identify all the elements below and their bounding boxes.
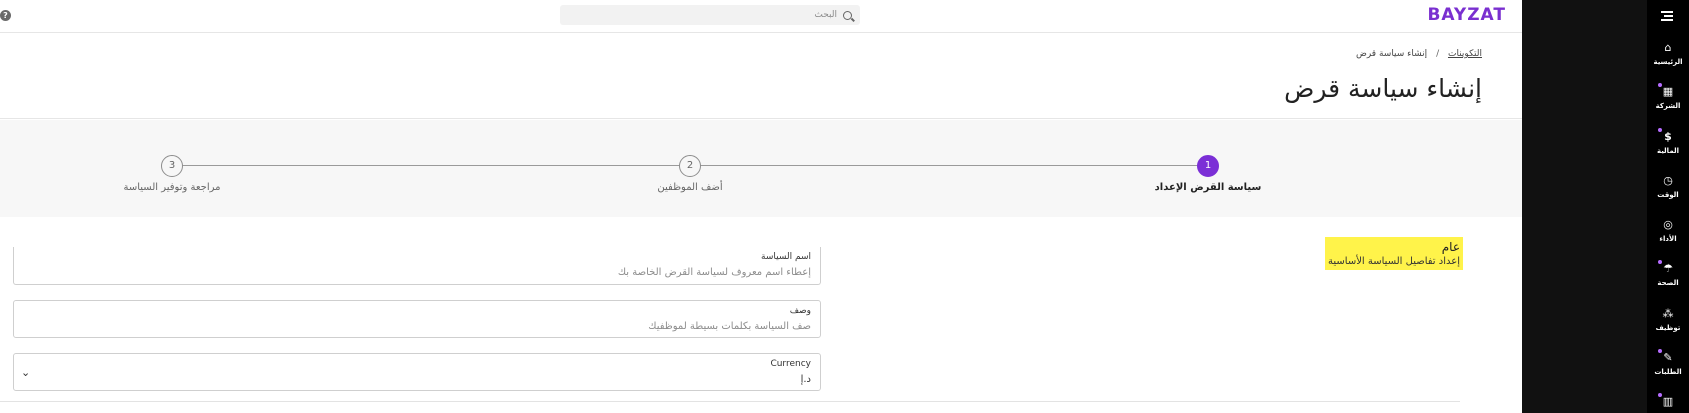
sidebar-item-home[interactable]: ⌂ الرئيسية: [1647, 41, 1689, 66]
search-icon: [843, 10, 852, 20]
step-setup[interactable]: 1 سياسة القرض الإعداد: [1108, 155, 1308, 193]
app-window: ? البحث BAYZAT التكوينات / إنشاء سياسة ق…: [0, 0, 1689, 413]
search-input[interactable]: البحث: [560, 5, 860, 25]
main-content: ? البحث BAYZAT التكوينات / إنشاء سياسة ق…: [0, 0, 1522, 413]
sidebar-item-label: توظيف: [1655, 324, 1681, 332]
step-label: أضف الموظفين: [657, 182, 723, 193]
clock-icon: ◷: [1663, 174, 1673, 187]
dollar-icon: $: [1658, 128, 1675, 144]
page-title: إنشاء سياسة قرض: [1284, 74, 1482, 103]
help-icon[interactable]: ?: [0, 10, 11, 21]
sidebar-item-reports[interactable]: ▥: [1647, 393, 1689, 409]
sidebar: ⌂ الرئيسية ▦ الشركة $ المالية ◷ الوقت ◎ …: [1647, 0, 1689, 413]
sidebar-item-requests[interactable]: ✎ الطلبات: [1647, 349, 1689, 376]
section-header-general: عام إعداد تفاصيل السياسة الأساسية: [1325, 237, 1463, 270]
currency-select[interactable]: Currency د.إ ⌄: [13, 353, 821, 391]
home-icon: ⌂: [1664, 41, 1672, 54]
step-add-employees[interactable]: 2 أضف الموظفين: [590, 155, 790, 193]
sidebar-item-company[interactable]: ▦ الشركة: [1647, 83, 1689, 110]
currency-label: Currency: [770, 359, 811, 369]
background-gap: [1522, 0, 1647, 413]
breadcrumb-current: إنشاء سياسة قرض: [1355, 49, 1428, 59]
form-area: عام إعداد تفاصيل السياسة الأساسية اسم ال…: [0, 217, 1474, 413]
currency-value: د.إ: [800, 374, 811, 385]
page-header: التكوينات / إنشاء سياسة قرض إنشاء سياسة …: [0, 34, 1522, 119]
sidebar-item-hiring[interactable]: ⁂ توظيف: [1647, 307, 1689, 332]
sidebar-item-time[interactable]: ◷ الوقت: [1647, 174, 1689, 199]
sidebar-item-label: الشركة: [1655, 102, 1681, 110]
menu-toggle-icon[interactable]: [1661, 11, 1673, 23]
section-subtitle: إعداد تفاصيل السياسة الأساسية: [1328, 256, 1460, 267]
sidebar-item-performance[interactable]: ◎ الأداء: [1647, 218, 1689, 243]
sidebar-item-label: المالية: [1656, 147, 1680, 155]
step-review[interactable]: 3 مراجعة وتوفير السياسة: [72, 155, 272, 193]
sidebar-item-label: الوقت: [1657, 191, 1679, 199]
step-number: 1: [1197, 155, 1219, 177]
description-placeholder: صف السياسة بكلمات بسيطة لموظفيك: [648, 321, 811, 332]
sidebar-item-label: الرئيسية: [1653, 58, 1683, 66]
sidebar-item-finance[interactable]: $ المالية: [1647, 128, 1689, 155]
search-placeholder: البحث: [814, 10, 837, 20]
description-label: وصف: [789, 306, 811, 316]
step-label: سياسة القرض الإعداد: [1154, 182, 1262, 193]
policy-name-label: اسم السياسة: [761, 252, 811, 262]
form-divider: [0, 401, 1460, 402]
step-number: 2: [679, 155, 701, 177]
section-title: عام: [1441, 240, 1460, 254]
policy-name-placeholder: إعطاء اسم معروف لسياسة القرض الخاصة بك: [617, 267, 811, 278]
breadcrumb: التكوينات / إنشاء سياسة قرض: [1356, 49, 1482, 59]
target-icon: ◎: [1663, 218, 1673, 231]
people-icon: ⁂: [1662, 307, 1674, 320]
umbrella-icon: ☂: [1658, 260, 1675, 276]
breadcrumb-separator: /: [1436, 49, 1440, 59]
step-label: مراجعة وتوفير السياسة: [123, 182, 221, 193]
policy-name-field[interactable]: اسم السياسة إعطاء اسم معروف لسياسة القرض…: [13, 247, 821, 285]
description-field[interactable]: وصف صف السياسة بكلمات بسيطة لموظفيك: [13, 300, 821, 338]
sidebar-item-label: الصحة: [1657, 279, 1679, 287]
sidebar-item-label: الأداء: [1659, 235, 1677, 243]
top-bar: ? البحث BAYZAT: [0, 0, 1522, 33]
building-icon: ▦: [1658, 83, 1675, 99]
stepper: 1 سياسة القرض الإعداد 2 أضف الموظفين 3 م…: [0, 120, 1522, 217]
step-number: 3: [161, 155, 183, 177]
chevron-down-icon[interactable]: ⌄: [21, 366, 30, 379]
sidebar-item-label: الطلبات: [1654, 368, 1682, 376]
chart-icon: ▥: [1658, 393, 1675, 409]
sidebar-item-health[interactable]: ☂ الصحة: [1647, 260, 1689, 287]
breadcrumb-link-configurations[interactable]: التكوينات: [1448, 49, 1482, 59]
brand-logo[interactable]: BAYZAT: [1427, 5, 1506, 25]
request-icon: ✎: [1658, 349, 1675, 365]
